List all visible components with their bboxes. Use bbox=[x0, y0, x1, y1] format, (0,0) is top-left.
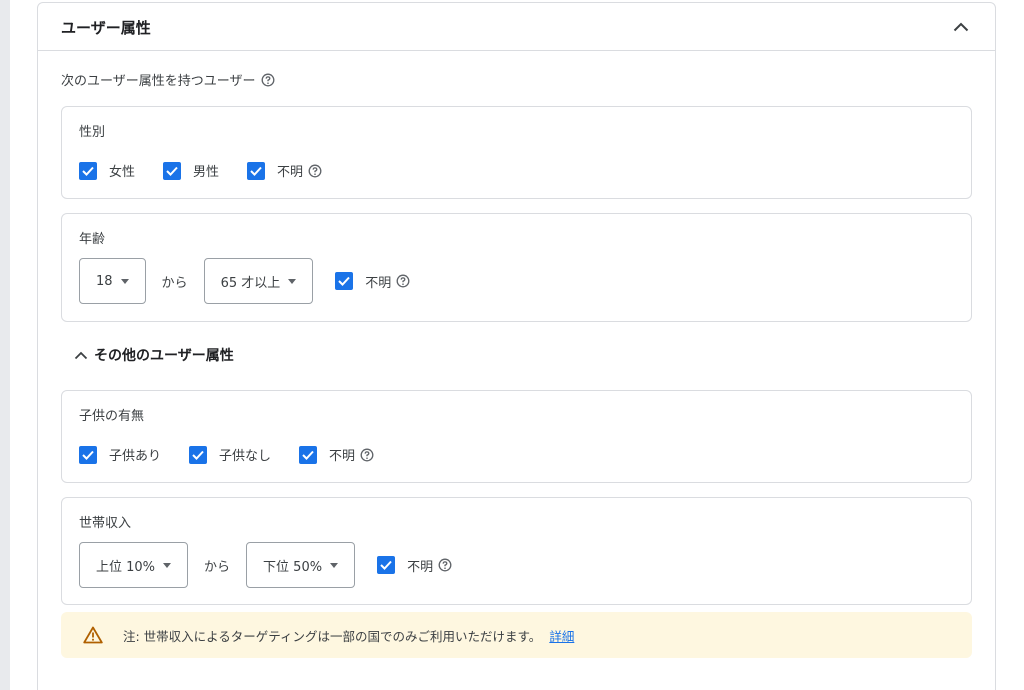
more-demographics-label: その他のユーザー属性 bbox=[94, 348, 234, 364]
collapse-button[interactable] bbox=[949, 15, 973, 39]
parental-options: 子供あり 子供なし 不明 bbox=[79, 445, 402, 464]
help-icon[interactable] bbox=[261, 73, 275, 87]
income-label: 世帯収入 bbox=[79, 516, 132, 531]
caret-down-icon bbox=[288, 278, 297, 284]
age-from-select[interactable]: 18 bbox=[79, 258, 146, 304]
check-icon bbox=[79, 161, 97, 180]
gender-card: 性別 女性 男性 不明 bbox=[61, 106, 972, 199]
income-unknown-label: 不明 bbox=[407, 559, 434, 575]
income-from-select[interactable]: 上位 10% bbox=[79, 542, 189, 588]
parental-no-checkbox[interactable]: 子供なし bbox=[189, 445, 271, 464]
more-demographics-toggle[interactable]: その他のユーザー属性 bbox=[74, 345, 234, 365]
check-icon bbox=[335, 272, 354, 290]
age-unknown-label: 不明 bbox=[365, 275, 392, 291]
parental-label: 子供の有無 bbox=[79, 409, 145, 424]
check-icon bbox=[189, 445, 208, 464]
check-icon bbox=[299, 445, 318, 464]
help-icon[interactable] bbox=[360, 448, 374, 462]
caret-down-icon bbox=[330, 562, 339, 568]
help-icon[interactable] bbox=[396, 274, 410, 288]
help-icon[interactable] bbox=[438, 558, 452, 572]
check-icon bbox=[377, 556, 396, 574]
gender-label: 性別 bbox=[79, 125, 106, 140]
age-range-separator: から bbox=[161, 275, 188, 291]
parental-unknown-label: 不明 bbox=[329, 449, 356, 464]
gender-male-label: 男性 bbox=[193, 165, 220, 180]
help-icon[interactable] bbox=[308, 164, 322, 178]
income-range-separator: から bbox=[204, 559, 231, 575]
income-card: 世帯収入 上位 10% から 下位 50% 不明 bbox=[61, 497, 972, 605]
intro-text: 次のユーザー属性を持つユーザー bbox=[61, 74, 256, 89]
warning-text: 注: 世帯収入によるターゲティングは一部の国でのみご利用いただけます。 bbox=[123, 628, 542, 644]
warning-icon bbox=[83, 626, 103, 644]
parental-no-label: 子供なし bbox=[219, 449, 272, 464]
chevron-up-icon bbox=[74, 351, 88, 359]
gender-options: 女性 男性 不明 bbox=[79, 161, 350, 180]
age-unknown-checkbox[interactable]: 不明 bbox=[335, 272, 410, 291]
gender-unknown-label: 不明 bbox=[277, 165, 304, 180]
gender-female-checkbox[interactable]: 女性 bbox=[79, 161, 135, 180]
income-range: 上位 10% から 下位 50% 不明 bbox=[79, 542, 452, 588]
gender-female-label: 女性 bbox=[109, 165, 136, 180]
gender-unknown-checkbox[interactable]: 不明 bbox=[247, 161, 322, 180]
income-to-select[interactable]: 下位 50% bbox=[246, 542, 356, 588]
caret-down-icon bbox=[120, 278, 129, 284]
warning-banner: 注: 世帯収入によるターゲティングは一部の国でのみご利用いただけます。 詳細 bbox=[61, 612, 972, 658]
income-to-value: 下位 50% bbox=[263, 559, 323, 575]
chevron-up-icon bbox=[953, 22, 969, 32]
panel-header: ユーザー属性 bbox=[38, 3, 995, 51]
income-from-value: 上位 10% bbox=[96, 559, 156, 575]
parental-yes-checkbox[interactable]: 子供あり bbox=[79, 445, 161, 464]
age-card: 年齢 18 から 65 才以上 不明 bbox=[61, 213, 972, 322]
age-from-value: 18 bbox=[96, 273, 113, 289]
intro-text-row: 次のユーザー属性を持つユーザー bbox=[61, 70, 275, 89]
income-unknown-checkbox[interactable]: 不明 bbox=[377, 556, 452, 575]
caret-down-icon bbox=[163, 562, 172, 568]
parental-yes-label: 子供あり bbox=[109, 449, 162, 464]
parental-card: 子供の有無 子供あり 子供なし 不明 bbox=[61, 390, 972, 483]
check-icon bbox=[79, 445, 97, 464]
learn-more-link[interactable]: 詳細 bbox=[549, 626, 574, 645]
age-range: 18 から 65 才以上 不明 bbox=[79, 258, 410, 304]
age-label: 年齢 bbox=[79, 232, 106, 247]
panel-title: ユーザー属性 bbox=[61, 19, 151, 37]
parental-unknown-checkbox[interactable]: 不明 bbox=[299, 445, 374, 464]
age-to-select[interactable]: 65 才以上 bbox=[203, 258, 314, 304]
check-icon bbox=[163, 161, 182, 180]
age-to-value: 65 才以上 bbox=[220, 275, 281, 291]
check-icon bbox=[247, 161, 266, 180]
gender-male-checkbox[interactable]: 男性 bbox=[163, 161, 219, 180]
